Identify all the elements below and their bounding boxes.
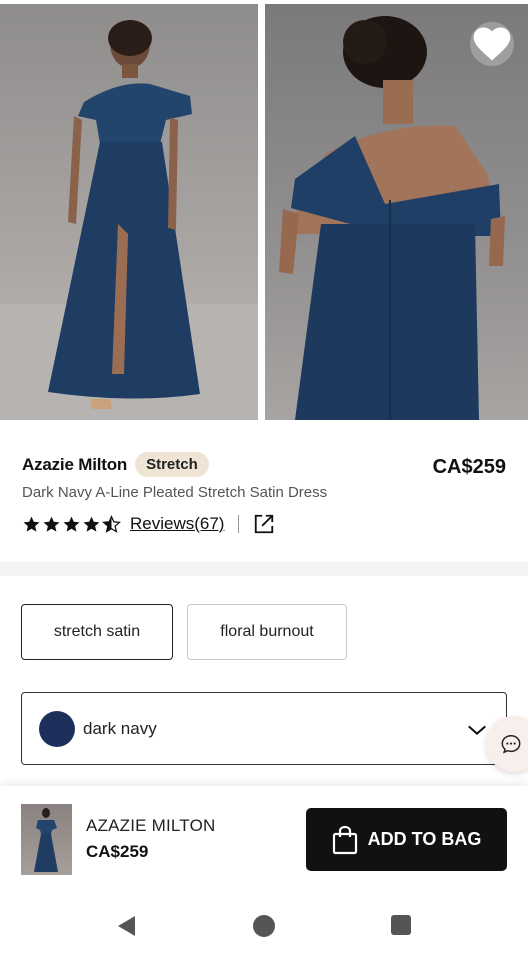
star-full-icon [83, 516, 100, 532]
fabric-option-floral-burnout[interactable]: floral burnout [187, 604, 347, 660]
product-price: CA$259 [432, 456, 506, 478]
sticky-add-to-bag-bar: AZAZIE MILTON CA$259 ADD TO BAG [0, 786, 528, 892]
brand-row: Azazie Milton Stretch [22, 452, 209, 477]
fabric-option-stretch-satin[interactable]: stretch satin [21, 604, 173, 660]
recents-square-icon[interactable] [390, 914, 412, 936]
color-swatch [39, 710, 75, 747]
star-rating [22, 514, 122, 534]
product-thumbnail [21, 804, 72, 875]
stretch-badge: Stretch [135, 452, 209, 477]
section-separator [0, 562, 528, 576]
chat-bubble-icon [501, 735, 521, 754]
color-dropdown[interactable]: dark navy [21, 692, 507, 765]
product-options: stretch satin floral burnout dark navy [0, 576, 528, 786]
product-gallery [0, 0, 528, 422]
star-full-icon [43, 516, 60, 532]
divider [238, 515, 240, 533]
product-subtitle: Dark Navy A-Line Pleated Stretch Satin D… [22, 484, 328, 501]
bar-product-price: CA$259 [86, 842, 149, 861]
rating-row: Reviews(67) [22, 513, 275, 535]
dress-back-photo[interactable] [265, 4, 528, 420]
add-to-bag-button[interactable]: ADD TO BAG [306, 808, 507, 871]
reviews-link[interactable]: Reviews(67) [130, 514, 224, 534]
color-label: dark navy [83, 718, 157, 738]
product-info: Azazie Milton Stretch CA$259 Dark Navy A… [0, 422, 528, 562]
shopping-bag-icon [332, 825, 357, 854]
brand-name: Azazie Milton [22, 454, 128, 474]
star-half-icon [102, 514, 121, 533]
add-to-bag-label: ADD TO BAG [367, 829, 482, 849]
star-full-icon [23, 516, 40, 532]
heart-icon [473, 27, 511, 61]
star-full-icon [63, 516, 80, 532]
bar-product-name: AZAZIE MILTON [86, 816, 216, 835]
external-link-icon[interactable] [253, 513, 275, 535]
favorite-button[interactable] [470, 22, 514, 66]
back-triangle-icon[interactable] [115, 914, 139, 938]
home-circle-icon[interactable] [252, 914, 276, 938]
system-nav-bar [0, 892, 528, 960]
chevron-down-icon [468, 725, 486, 736]
dress-front-photo[interactable] [0, 4, 258, 420]
